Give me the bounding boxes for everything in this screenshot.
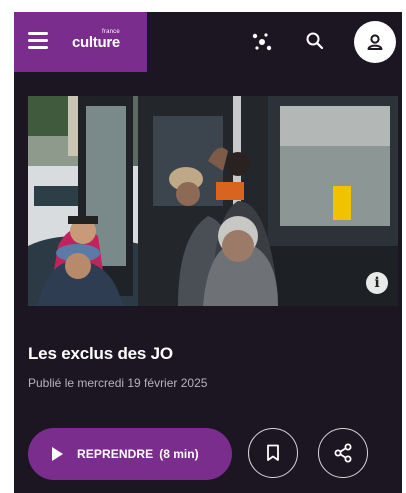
- play-icon: [52, 447, 63, 461]
- publication-date: Publié le mercredi 19 février 2025: [28, 376, 208, 390]
- account-button[interactable]: [354, 21, 396, 63]
- episode-title: Les exclus des JO: [28, 344, 173, 363]
- image-info-button[interactable]: i: [366, 272, 388, 294]
- resume-duration: (8 min): [159, 447, 199, 461]
- share-button[interactable]: [318, 428, 368, 478]
- resume-label: REPRENDRE: [77, 447, 154, 461]
- bookmark-icon: [267, 444, 279, 461]
- brand-header: france culture: [14, 12, 147, 72]
- resume-button[interactable]: REPRENDRE (8 min): [28, 428, 232, 480]
- user-icon: [367, 34, 383, 50]
- logo-main-text: culture: [72, 34, 120, 51]
- share-icon: [334, 443, 352, 463]
- bus-boarding-photo: [28, 96, 398, 306]
- bookmark-button[interactable]: [248, 428, 298, 478]
- hero-image[interactable]: i: [28, 96, 398, 306]
- hamburger-menu-icon[interactable]: [28, 32, 48, 50]
- search-icon[interactable]: [304, 30, 326, 52]
- france-culture-logo[interactable]: france culture: [72, 29, 120, 50]
- podcast-icon[interactable]: [250, 30, 274, 54]
- app-screen: france culture i Les exclus des JO Publi…: [14, 12, 402, 493]
